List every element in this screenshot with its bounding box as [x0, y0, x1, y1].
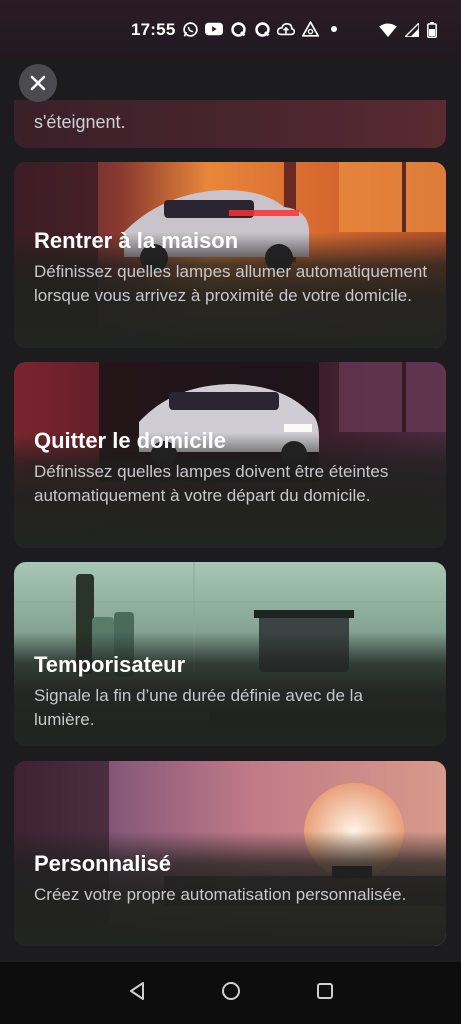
wifi-icon	[379, 23, 397, 42]
automation-card-leaving-home[interactable]: Quitter le domicile Définissez quelles l…	[14, 362, 446, 548]
card-description: Signale la fin d’une durée définie avec …	[34, 686, 363, 729]
card-description: Définissez quelles lampes allumer automa…	[34, 262, 428, 305]
signal-icon	[403, 21, 420, 42]
card-description: Créez votre propre automatisation person…	[34, 885, 407, 904]
q-icon	[229, 20, 247, 38]
whatsapp-icon	[181, 20, 199, 38]
card-title: Personnalisé	[34, 851, 171, 876]
partial-card[interactable]: s'éteignent.	[14, 100, 446, 148]
status-bar: 17:55	[0, 0, 461, 60]
card-description: Définissez quelles lampes doivent être é…	[34, 462, 389, 505]
close-button[interactable]	[19, 64, 57, 102]
recents-icon[interactable]	[316, 982, 334, 1005]
card-title: Temporisateur	[34, 652, 186, 677]
cloud-upload-icon	[277, 20, 295, 38]
notification-icons	[181, 20, 343, 38]
battery-icon	[427, 22, 437, 43]
dot-icon	[325, 20, 343, 38]
triangle-app-icon	[301, 20, 319, 38]
automation-card-timer[interactable]: Temporisateur Signale la fin d’une durée…	[14, 562, 446, 746]
q-icon	[253, 20, 271, 38]
card-title: Rentrer à la maison	[34, 228, 239, 253]
home-icon[interactable]	[221, 981, 241, 1006]
youtube-icon	[205, 20, 223, 38]
back-icon[interactable]	[127, 981, 147, 1006]
partial-card-text: s'éteignent.	[34, 112, 126, 132]
card-title: Quitter le domicile	[34, 428, 226, 453]
system-status-icons	[379, 21, 437, 43]
automation-card-custom[interactable]: Personnalisé Créez votre propre automati…	[14, 761, 446, 946]
status-time: 17:55	[131, 20, 176, 39]
navigation-bar	[0, 962, 461, 1024]
close-icon	[30, 75, 46, 91]
automation-card-coming-home[interactable]: Rentrer à la maison Définissez quelles l…	[14, 162, 446, 348]
